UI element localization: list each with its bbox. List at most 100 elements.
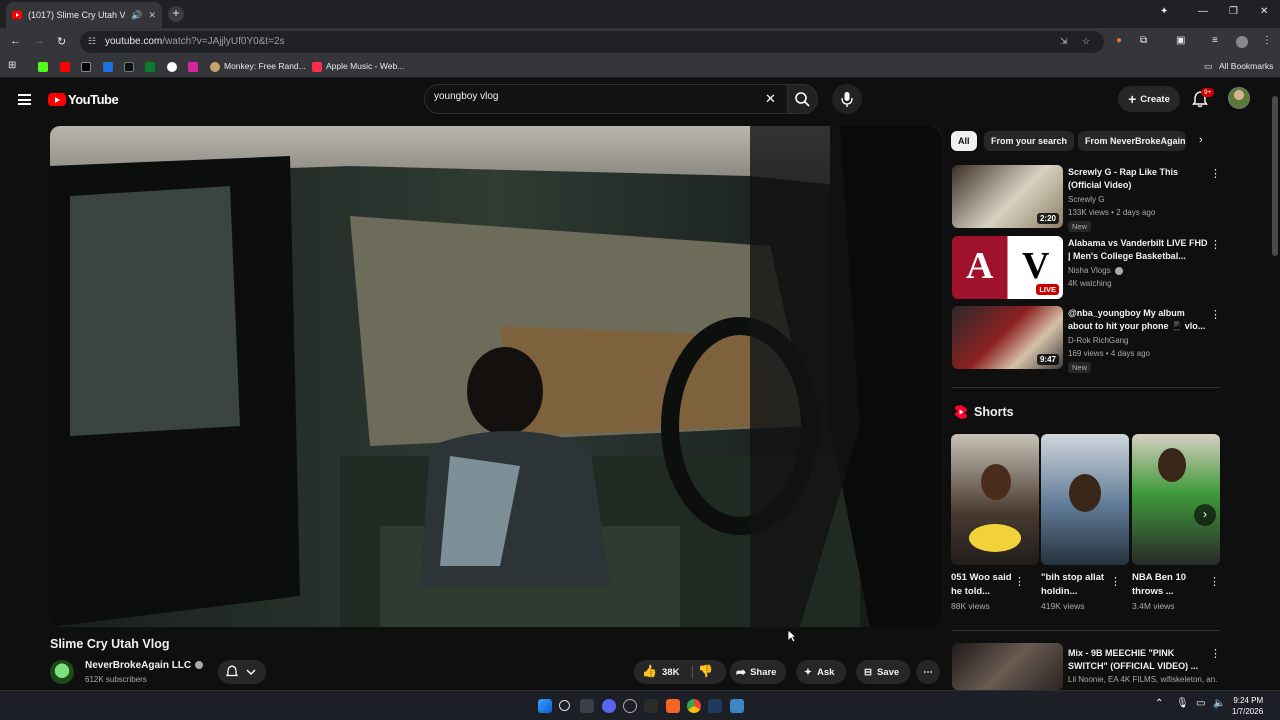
minimize-icon[interactable]: — [1198, 6, 1208, 17]
short-item[interactable]: › NBA Ben 10 throws ... 3.4M views ⋮ [1132, 434, 1220, 611]
more-vert-icon[interactable]: ⋮ [1210, 238, 1221, 251]
chrome-icon[interactable] [687, 699, 701, 713]
thumbs-up-icon[interactable]: 👍 [642, 664, 657, 678]
ask-button[interactable]: ✦ Ask [796, 660, 846, 684]
search-button[interactable] [788, 84, 818, 114]
short-item[interactable]: 051 Woo said he told... 88K views ⋮ [951, 434, 1039, 611]
more-vert-icon[interactable]: ⋮ [1210, 167, 1221, 180]
shield-icon[interactable] [103, 62, 113, 72]
more-vert-icon[interactable]: ⋮ [1014, 575, 1025, 588]
app-orange-icon[interactable] [666, 699, 680, 713]
youtube-bookmark-icon[interactable] [60, 62, 70, 72]
site-info-icon[interactable]: ☷ [88, 36, 96, 47]
browser-tab[interactable]: (1017) Slime Cry Utah Vlog 🔊 ✕ [6, 2, 162, 28]
side-panel-icon[interactable]: ▣ [1176, 35, 1185, 46]
chip-from-channel[interactable]: From NeverBrokeAgain [1078, 131, 1186, 151]
short-item[interactable]: "bih stop allat holdin... 419K views ⋮ [1041, 434, 1129, 611]
voice-search-button[interactable] [832, 84, 862, 114]
short-thumbnail[interactable] [951, 434, 1039, 565]
x-icon[interactable] [81, 62, 91, 72]
recommended-title[interactable]: Screwly G - Rap Like This (Official Vide… [1068, 166, 1208, 192]
search-input[interactable] [434, 91, 754, 102]
task-view-icon[interactable] [580, 699, 594, 713]
recommended-channel[interactable]: Screwly G [1068, 195, 1104, 204]
chrome-menu-icon[interactable]: ⋮ [1262, 35, 1272, 46]
mix-item[interactable]: Mix - 9B MEECHIE "PINK SWITCH" (OFFICIAL… [952, 643, 1222, 690]
bookmark-apple-music[interactable]: Apple Music - Web... [326, 61, 404, 71]
network-icon[interactable]: ▭ [1196, 698, 1205, 709]
short-title[interactable]: 051 Woo said he told... [951, 571, 1023, 599]
hamburger-menu-icon[interactable] [18, 94, 31, 105]
windows-start-icon[interactable] [538, 699, 552, 713]
video-thumbnail[interactable]: 9:47 [952, 306, 1063, 369]
back-icon[interactable]: ← [10, 35, 21, 47]
kick-icon[interactable] [38, 62, 48, 72]
save-button[interactable]: ⊟ Save [856, 660, 910, 684]
extension-icon[interactable]: ● [1116, 35, 1122, 46]
search-box[interactable]: ✕ [424, 84, 788, 114]
create-button[interactable]: + Create [1118, 86, 1180, 112]
taskbar-clock[interactable]: 9:24 PM 1/7/2026 [1232, 695, 1263, 717]
recommended-channel[interactable]: D-Rok RichGang [1068, 336, 1128, 345]
recommended-video[interactable]: A V LIVE Alabama vs Vanderbilt LIVE FHD … [952, 236, 1222, 300]
speaker-icon[interactable]: 🔊 [131, 10, 142, 21]
video-player[interactable] [50, 126, 941, 627]
window-close-icon[interactable]: ✕ [1260, 6, 1268, 17]
short-title[interactable]: "bih stop allat holdin... [1041, 571, 1113, 599]
clear-search-icon[interactable]: ✕ [765, 91, 776, 107]
mix-thumbnail[interactable] [952, 643, 1063, 690]
search-icon[interactable] [559, 700, 570, 711]
maximize-icon[interactable]: ❐ [1229, 6, 1238, 17]
short-thumbnail[interactable] [1041, 434, 1129, 565]
more-vert-icon[interactable]: ⋮ [1110, 575, 1121, 588]
install-app-icon[interactable]: ⇲ [1060, 36, 1068, 47]
chevron-right-icon[interactable]: › [1199, 134, 1203, 146]
recommended-video[interactable]: 9:47 @nba_youngboy My album about to hit… [952, 306, 1222, 373]
profile-icon[interactable] [1236, 36, 1248, 48]
volume-icon[interactable]: 🔈 [1213, 698, 1225, 709]
more-actions-button[interactable]: ⋯ [916, 660, 940, 684]
scrollbar-thumb[interactable] [1272, 96, 1278, 256]
app-icon[interactable] [644, 699, 658, 713]
h-icon[interactable] [145, 62, 155, 72]
bookmark-monkey[interactable]: Monkey: Free Rand... [224, 61, 306, 71]
address-bar[interactable]: ☷ youtube.com/watch?v=JAjjlyUf0Y0&t=2s ⇲… [80, 31, 1104, 53]
chip-from-search[interactable]: From your search [984, 131, 1075, 151]
like-count[interactable]: 38K [662, 667, 679, 678]
discord-icon[interactable] [602, 699, 616, 713]
recommended-title[interactable]: Alabama vs Vanderbilt LIVE FHD | Men's C… [1068, 237, 1208, 263]
microphone-tray-icon[interactable]: 🎙 [1176, 698, 1189, 709]
recommended-title[interactable]: @nba_youngboy My album about to hit your… [1068, 307, 1208, 333]
chip-all[interactable]: All [951, 131, 977, 151]
channel-name[interactable]: NeverBrokeAgain LLC [85, 660, 204, 671]
share-button[interactable]: ➦ Share [730, 660, 786, 684]
thumbs-down-icon[interactable]: 👎 [698, 664, 713, 678]
new-tab-button[interactable]: + [168, 6, 184, 22]
circle-icon[interactable] [167, 62, 177, 72]
settings-gear-icon[interactable] [623, 699, 637, 713]
tray-chevron-icon[interactable]: ⌃ [1155, 698, 1163, 709]
bookmark-star-icon[interactable]: ☆ [1082, 36, 1090, 47]
video-thumbnail[interactable]: A V LIVE [952, 236, 1063, 299]
more-vert-icon[interactable]: ⋮ [1210, 647, 1221, 660]
recommended-channel[interactable]: Nisha Vlogs [1068, 266, 1123, 275]
tiktok-icon[interactable] [124, 62, 134, 72]
more-vert-icon[interactable]: ⋮ [1210, 308, 1221, 321]
apps-grid-icon[interactable]: ⊞ [8, 60, 16, 71]
close-tab-icon[interactable]: ✕ [148, 10, 156, 21]
more-vert-icon[interactable]: ⋮ [1209, 575, 1220, 588]
recommended-video[interactable]: 2:20 Screwly G - Rap Like This (Official… [952, 165, 1222, 232]
forward-icon[interactable]: → [34, 35, 45, 47]
account-avatar[interactable] [1228, 87, 1250, 109]
extensions-puzzle-icon[interactable]: ⧉ [1140, 35, 1147, 46]
all-bookmarks[interactable]: All Bookmarks [1219, 61, 1273, 71]
shorts-next-arrow-icon[interactable]: › [1194, 504, 1216, 526]
gemini-sparkle-icon[interactable]: ✦ [1160, 6, 1168, 17]
short-title[interactable]: NBA Ben 10 throws ... [1132, 571, 1204, 599]
subscribed-notifications-button[interactable] [218, 660, 266, 684]
instagram-icon[interactable] [188, 62, 198, 72]
steam-icon[interactable] [708, 699, 722, 713]
app-blue-icon[interactable] [730, 699, 744, 713]
short-thumbnail[interactable]: › [1132, 434, 1220, 565]
mix-title[interactable]: Mix - 9B MEECHIE "PINK SWITCH" (OFFICIAL… [1068, 647, 1208, 673]
